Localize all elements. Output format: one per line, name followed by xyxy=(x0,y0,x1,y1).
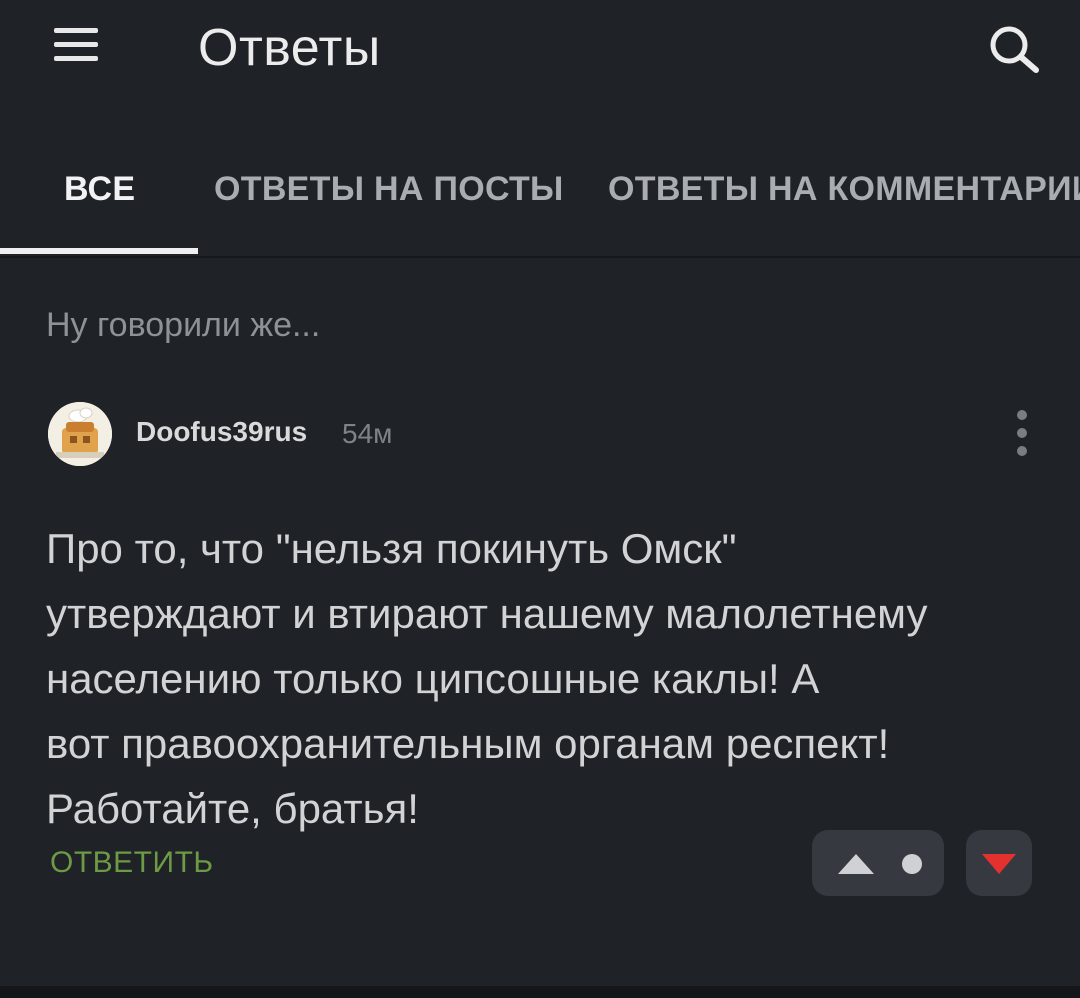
page-title: Ответы xyxy=(198,19,381,77)
upvote-arrow-icon xyxy=(838,854,874,874)
comment-time: 54м xyxy=(342,418,393,449)
search-button[interactable] xyxy=(984,20,1044,80)
comment-text: Про то, что "нельзя покинуть Омск" утвер… xyxy=(46,525,928,832)
upvote-button[interactable] xyxy=(812,830,944,896)
tab-post-replies[interactable]: ОТВЕТЫ НА ПОСТЫ xyxy=(214,170,564,209)
active-tab-indicator xyxy=(0,248,198,254)
tab-comment-replies[interactable]: ОТВЕТЫ НА КОММЕНТАРИИ xyxy=(608,170,1080,209)
divider xyxy=(0,986,1080,998)
menu-button[interactable] xyxy=(52,24,104,68)
tab-all[interactable]: ВСЕ xyxy=(64,170,135,209)
reply-button[interactable]: ОТВЕТИТЬ xyxy=(50,846,214,880)
downvote-button[interactable] xyxy=(966,830,1032,896)
avatar-image xyxy=(48,402,112,466)
avatar[interactable] xyxy=(48,402,112,466)
app-screen: Ответы ВСЕ ОТВЕТЫ НА ПОСТЫ ОТВЕТЫ НА КОМ… xyxy=(0,0,1080,998)
search-icon xyxy=(990,26,1039,73)
post-title-link[interactable]: Ну говорили же... xyxy=(46,306,320,345)
tab-bar: ВСЕ ОТВЕТЫ НА ПОСТЫ ОТВЕТЫ НА КОММЕНТАРИ… xyxy=(0,140,1080,258)
comment-more-button[interactable] xyxy=(1008,408,1036,458)
downvote-arrow-icon xyxy=(982,854,1016,874)
comment-author[interactable]: Doofus39rus xyxy=(136,416,307,448)
top-app-bar: Ответы xyxy=(0,0,1080,140)
rating-hidden-dot-icon xyxy=(902,854,922,874)
